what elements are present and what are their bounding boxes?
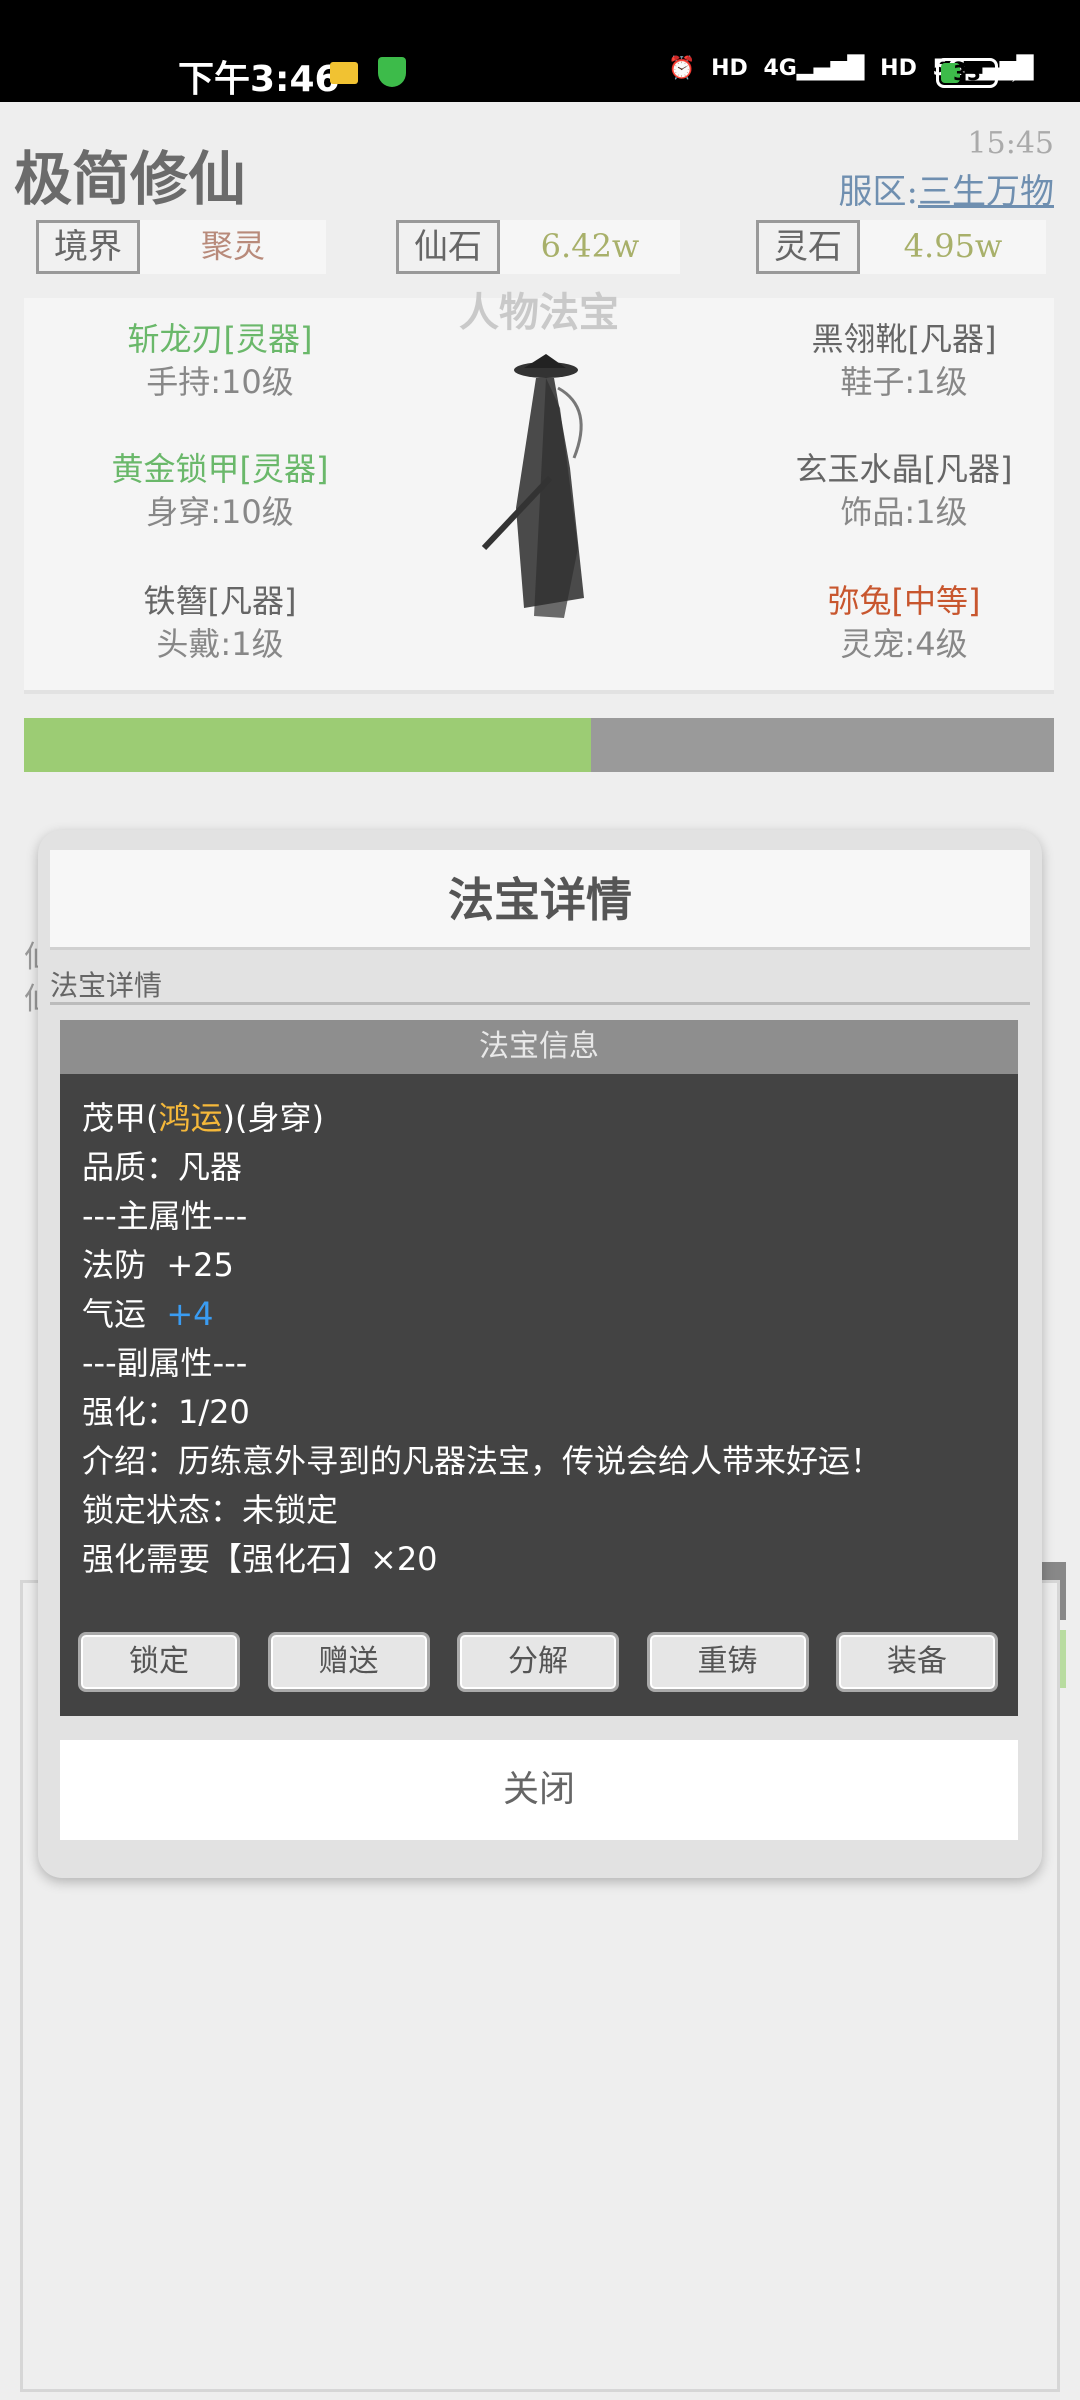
character-figure-icon (481, 354, 584, 618)
app-title: 极简修仙 (14, 145, 247, 213)
equip-slot[interactable]: 黄金锁甲[灵器] 身穿:10级 (70, 448, 370, 534)
sub-attr-header: ---副属性--- (82, 1344, 248, 1382)
item-description: 介绍：历练意外寻到的凡器法宝，传说会给人带来好运！ (82, 1442, 883, 1480)
game-clock: 15:45 (967, 126, 1054, 161)
battery-level: 33 (953, 61, 981, 85)
server-name-link[interactable]: 三生万物 (918, 172, 1054, 212)
item-lock-status: 锁定状态：未锁定 (82, 1491, 339, 1529)
lock-button[interactable]: 锁定 (78, 1632, 240, 1692)
stat-realm: 境界 聚灵 (36, 220, 326, 274)
stat-spirit-stone: 灵石 4.95w (756, 220, 1046, 274)
stat-value: 6.42w (500, 220, 680, 274)
app-screen: 极简修仙 15:45 服区:三生万物 境界 聚灵 仙石 6.42w 灵石 4.9… (0, 102, 1080, 2400)
item-quality: 品质：凡器 (82, 1148, 243, 1186)
equipment-panel: 人物法宝 斩龙刃[灵器] 手持:10级 黄金锁甲[灵器] 身穿:10级 铁簪[凡… (24, 290, 1054, 694)
server-label: 服区: (838, 172, 918, 212)
item-enhance: 强化：1/20 (82, 1393, 250, 1431)
attr-value: +4 (166, 1295, 214, 1333)
item-name-tag: 鸿运 (158, 1099, 223, 1137)
equip-slot-level: 灵宠:4级 (840, 625, 968, 663)
equip-slot-level: 头戴:1级 (156, 625, 284, 663)
treasure-info-box: 法宝信息 茂甲(鸿运)(身穿) 品质：凡器 ---主属性--- 法防 +25 气… (60, 1020, 1018, 1716)
equip-slot[interactable]: 弥兔[中等] 灵宠:4级 (754, 580, 1054, 666)
modal-title: 法宝详情 (50, 850, 1030, 950)
item-name-suffix: )(身穿) (222, 1099, 324, 1137)
divider (50, 1002, 1030, 1005)
info-body: 茂甲(鸿运)(身穿) 品质：凡器 ---主属性--- 法防 +25 气运 +4 … (60, 1074, 1018, 1604)
equip-name: 黑翎靴[凡器] (811, 320, 997, 358)
info-header: 法宝信息 (60, 1020, 1018, 1074)
charging-icon: ⚡ (1010, 56, 1030, 89)
equip-slot[interactable]: 铁簪[凡器] 头戴:1级 (70, 580, 370, 666)
treasure-detail-modal: 法宝详情 法宝详情 法宝信息 茂甲(鸿运)(身穿) 品质：凡器 ---主属性--… (38, 830, 1042, 1878)
equip-button[interactable]: 装备 (836, 1632, 998, 1692)
equip-slot-level: 身穿:10级 (146, 493, 294, 531)
equip-slot-level: 鞋子:1级 (840, 363, 968, 401)
progress-bar (24, 718, 1054, 772)
status-time: 下午3:46 (178, 59, 340, 100)
stat-label: 灵石 (756, 220, 860, 274)
battery-icon: 33 (936, 58, 998, 88)
stat-label: 仙石 (396, 220, 500, 274)
close-button[interactable]: 关闭 (60, 1740, 1018, 1840)
modal-subtitle: 法宝详情 (50, 969, 163, 1002)
item-name: 茂甲(鸿运)(身穿) (82, 1094, 996, 1143)
hd-icon: HD (711, 56, 748, 81)
equip-name: 黄金锁甲[灵器] (111, 450, 329, 488)
equip-slot-level: 饰品:1级 (840, 493, 968, 531)
stat-value: 4.95w (860, 220, 1046, 274)
server-info: 服区:三生万物 (839, 164, 1054, 213)
hd-icon-2: HD (880, 56, 917, 81)
equip-name: 玄玉水晶[凡器] (795, 450, 1013, 488)
attr-value: +25 (166, 1246, 234, 1284)
status-bar: 下午3:46 ⏰ HD 4G▂▄▆█ HD 5G▂▄▆█ 33 ⚡ (0, 0, 1080, 102)
equip-slot[interactable]: 斩龙刃[灵器] 手持:10级 (70, 318, 370, 404)
action-buttons: 锁定 赠送 分解 重铸 装备 (78, 1632, 998, 1692)
attr-row: 气运 +4 (82, 1290, 996, 1339)
stat-value: 聚灵 (140, 220, 326, 274)
equip-name: 斩龙刃[灵器] (127, 320, 313, 358)
equip-name: 铁簪[凡器] (143, 582, 297, 620)
reforge-button[interactable]: 重铸 (646, 1632, 809, 1692)
equip-name: 弥兔[中等] (827, 582, 981, 620)
attr-name: 气运 (82, 1295, 147, 1333)
message-icon (330, 62, 358, 84)
stat-immortal-stone: 仙石 6.42w (396, 220, 680, 274)
equip-slot[interactable]: 玄玉水晶[凡器] 饰品:1级 (754, 448, 1054, 534)
decompose-button[interactable]: 分解 (457, 1632, 619, 1692)
equip-slot[interactable]: 黑翎靴[凡器] 鞋子:1级 (754, 318, 1054, 404)
main-attr-header: ---主属性--- (82, 1197, 248, 1235)
equip-slot-level: 手持:10级 (146, 363, 294, 401)
item-name-prefix: 茂甲( (82, 1099, 159, 1137)
attr-row: 法防 +25 (82, 1241, 996, 1290)
gift-button[interactable]: 赠送 (267, 1632, 430, 1692)
attr-name: 法防 (82, 1246, 147, 1284)
shield-icon (378, 57, 406, 87)
stat-label: 境界 (36, 220, 140, 274)
progress-fill (24, 718, 591, 772)
signal-4g-icon: 4G▂▄▆█ (763, 56, 865, 81)
item-enhance-need: 强化需要【强化石】×20 (82, 1540, 438, 1578)
alarm-icon: ⏰ (668, 56, 696, 81)
